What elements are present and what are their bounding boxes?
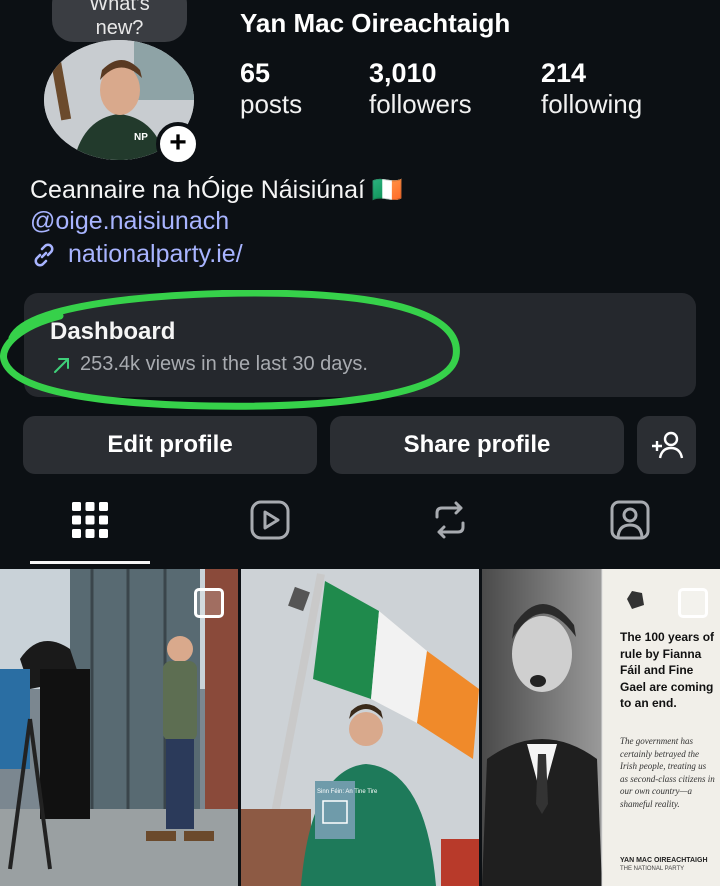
post-3-signature-name: YAN MAC OIREACHTAIGH <box>620 857 708 864</box>
post-3-headline: The 100 years of rule by Fianna Fáil and… <box>620 630 715 710</box>
post-2-image: Sinn Féin: An Tine Tire <box>241 569 479 886</box>
threads-handle-link[interactable]: @oige.naisiunach <box>30 207 229 236</box>
bio-text: Ceannaire na hÓige Náisiúnaí 🇮🇪 <box>30 176 404 204</box>
edit-profile-button[interactable]: Edit profile <box>23 416 317 474</box>
tab-reels[interactable] <box>248 498 292 542</box>
stat-posts[interactable]: 65 posts <box>240 58 302 120</box>
select-checkbox-post-1[interactable] <box>194 588 224 618</box>
shirt-logo: NP <box>134 132 148 143</box>
repost-icon <box>435 501 465 539</box>
stat-posts-count: 65 <box>240 58 271 88</box>
discover-people-button[interactable] <box>637 416 696 474</box>
profile-username: Yan Mac Oireachtaigh <box>240 8 511 38</box>
tab-reposts[interactable] <box>428 498 472 542</box>
note-bubble[interactable]: What's new? <box>52 0 187 42</box>
website-link[interactable]: nationalparty.ie/ <box>30 240 243 269</box>
book-title: Sinn Féin: An Tine Tire <box>317 789 378 795</box>
reels-icon <box>250 500 290 540</box>
add-person-icon <box>651 431 683 459</box>
stat-followers-count: 3,010 <box>369 58 437 88</box>
post-3-body: The government has certainly betrayed th… <box>620 736 715 809</box>
green-highlight-circle <box>0 290 460 410</box>
share-profile-button[interactable]: Share profile <box>330 416 624 474</box>
stat-following-label: following <box>541 89 643 119</box>
stat-followers-label: followers <box>369 89 472 119</box>
stat-following[interactable]: 214 following <box>541 58 642 120</box>
select-checkbox-post-3[interactable] <box>678 588 708 618</box>
website-link-text: nationalparty.ie/ <box>68 240 243 268</box>
stat-followers[interactable]: 3,010 followers <box>369 58 472 120</box>
link-icon <box>34 243 54 266</box>
tagged-person-icon <box>610 500 650 540</box>
stat-posts-label: posts <box>240 89 303 119</box>
active-tab-indicator <box>30 561 150 564</box>
post-3-signature-party: THE NATIONAL PARTY <box>620 866 685 872</box>
tab-tagged[interactable] <box>608 498 652 542</box>
add-story-button[interactable]: + <box>156 122 200 166</box>
grid-post-2[interactable]: Sinn Féin: An Tine Tire <box>241 569 479 886</box>
tab-grid[interactable] <box>68 498 112 542</box>
grid-icon <box>72 502 108 538</box>
stat-following-count: 214 <box>541 58 587 88</box>
